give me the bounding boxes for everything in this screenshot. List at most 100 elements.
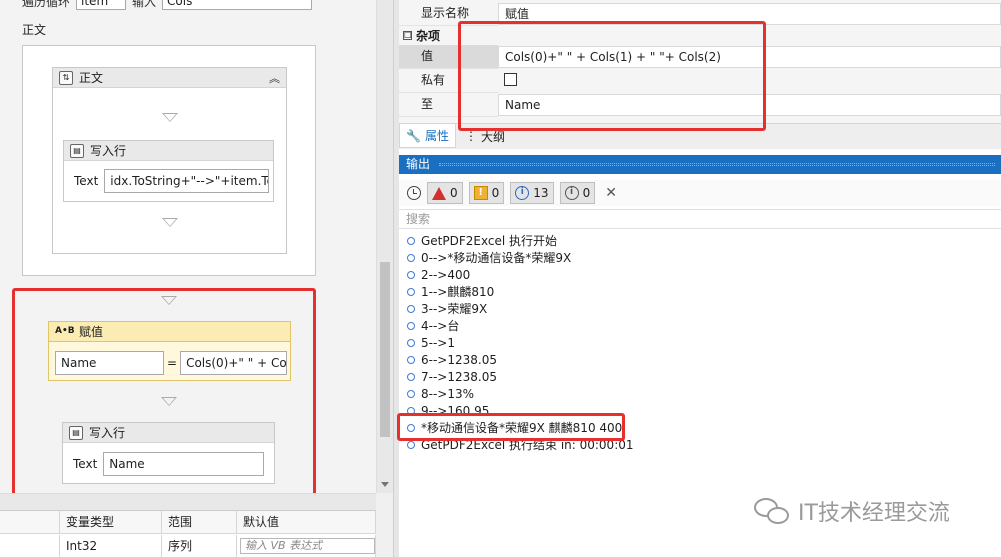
errors-count: 0 — [450, 186, 458, 200]
log-line[interactable]: 4-->台 — [399, 317, 1001, 334]
text-input[interactable]: idx.ToString+"-->"+item.To — [104, 169, 270, 193]
info-dot-icon — [407, 321, 415, 330]
writeline-icon: ▤ — [70, 143, 84, 158]
info-dot-icon — [407, 389, 415, 398]
highlight-frame — [397, 413, 625, 441]
debug-count: 0 — [582, 186, 591, 200]
body-label: 正文 — [22, 23, 47, 37]
variables-grid: 变量类型 范围 默认值 Int32 序列 输入 VB 表达式 — [0, 510, 376, 557]
category-label: 杂项 — [416, 28, 441, 43]
info-dot-icon — [407, 270, 415, 279]
foreach-item-input[interactable]: item — [76, 0, 127, 10]
drag-grip[interactable] — [439, 163, 995, 166]
log-line[interactable]: 8-->13% — [399, 385, 1001, 402]
output-toolbar: 0 ! 0 i 13 i 0 ✕ — [399, 180, 1001, 206]
log-text: 5-->1 — [421, 335, 455, 350]
properties-panel: 显示名称 赋值 □ 杂项 值 Cols(0)+" " + Cols(1) + "… — [399, 0, 1001, 131]
collapse-icon[interactable]: □ — [403, 30, 412, 40]
debug-icon: i — [564, 186, 579, 200]
log-line[interactable]: GetPDF2Excel 执行开始 — [399, 232, 1001, 249]
col-scope-header: 范围 — [162, 511, 237, 534]
errors-filter-button[interactable]: 0 — [427, 182, 463, 204]
info-dot-icon — [407, 355, 415, 364]
flow-arrow-icon — [162, 218, 178, 227]
log-line[interactable]: 7-->1238.05 — [399, 368, 1001, 385]
variable-type-cell[interactable]: Int32 — [60, 535, 162, 557]
log-text: 3-->荣耀9X — [421, 302, 488, 316]
log-text: 0-->*移动通信设备*荣耀9X — [421, 251, 572, 265]
output-title: 输出 — [406, 157, 431, 171]
output-search-input[interactable]: 搜索 — [399, 209, 1001, 229]
timestamp-toggle-icon[interactable] — [407, 186, 421, 200]
info-dot-icon — [407, 236, 415, 245]
debug-filter-button[interactable]: i 0 — [559, 182, 596, 204]
info-dot-icon — [407, 440, 415, 449]
scroll-thumb[interactable] — [380, 262, 390, 437]
wrench-icon: 🔧 — [406, 128, 421, 143]
highlight-frame — [12, 288, 316, 493]
watermark: IT技术经理交流 — [754, 495, 950, 527]
variables-header-row: 变量类型 范围 默认值 — [0, 511, 376, 534]
foreach-header: 遍历循环 item 输入 Cols — [22, 0, 313, 10]
flow-arrow-icon — [162, 113, 178, 122]
sequence-header[interactable]: ⇅ 正文 ︽ — [53, 68, 286, 88]
log-text: GetPDF2Excel 执行开始 — [421, 234, 558, 248]
error-icon — [432, 186, 446, 200]
log-text: 7-->1238.05 — [421, 369, 497, 384]
log-text: 8-->13% — [421, 386, 475, 401]
writeline-header[interactable]: ▤ 写入行 — [64, 141, 273, 161]
warning-icon: ! — [473, 186, 488, 200]
highlight-frame — [458, 21, 766, 131]
warnings-filter-button[interactable]: ! 0 — [468, 182, 505, 204]
warnings-count: 0 — [491, 186, 500, 200]
log-text: 6-->1238.05 — [421, 352, 497, 367]
foreach-values-input[interactable]: Cols — [162, 0, 313, 10]
log-line[interactable]: 5-->1 — [399, 334, 1001, 351]
text-label: Text — [74, 174, 99, 188]
col-default-header: 默认值 — [237, 511, 376, 534]
scroll-down-icon[interactable] — [381, 482, 389, 487]
variable-scope-cell[interactable]: 序列 — [162, 535, 237, 557]
log-line[interactable]: 2-->400 — [399, 266, 1001, 283]
writeline-activity[interactable]: ▤ 写入行 Text idx.ToString+"-->"+item.To — [63, 140, 274, 202]
designer-vertical-scrollbar[interactable] — [376, 0, 393, 493]
info-dot-icon — [407, 287, 415, 296]
log-text: 2-->400 — [421, 267, 471, 282]
wechat-icon — [754, 496, 792, 526]
info-dot-icon — [407, 338, 415, 347]
writeline-title: 写入行 — [90, 144, 127, 158]
variable-name-cell[interactable] — [0, 535, 60, 557]
log-line[interactable]: 1-->麒麟810 — [399, 283, 1001, 300]
variable-row[interactable]: Int32 序列 输入 VB 表达式 — [0, 535, 376, 557]
col-name-header — [0, 511, 60, 534]
info-dot-icon — [407, 253, 415, 262]
log-line[interactable]: 6-->1238.05 — [399, 351, 1001, 368]
info-icon: i — [515, 186, 530, 200]
sequence-activity[interactable]: ⇅ 正文 ︽ ▤ 写入行 Text idx.ToString+"-->"+ite… — [52, 67, 287, 254]
watermark-text: IT技术经理交流 — [798, 501, 950, 526]
log-line[interactable]: 0-->*移动通信设备*荣耀9X — [399, 249, 1001, 266]
clear-icon[interactable]: ✕ — [601, 185, 621, 201]
log-line[interactable]: 3-->荣耀9X — [399, 300, 1001, 317]
default-value-input[interactable]: 输入 VB 表达式 — [240, 538, 375, 554]
collapse-icon[interactable]: ︽ — [269, 70, 280, 86]
tab-properties[interactable]: 🔧 属性 — [399, 124, 456, 148]
workflow-designer: 遍历循环 item 输入 Cols 正文 ⇅ 正文 ︽ ▤ 写入行 Text i… — [0, 0, 393, 557]
info-count: 13 — [533, 186, 549, 200]
sequence-icon: ⇅ — [59, 70, 73, 85]
right-pane: 显示名称 赋值 □ 杂项 值 Cols(0)+" " + Cols(1) + "… — [397, 0, 1001, 557]
col-type-header: 变量类型 — [60, 511, 162, 534]
writeline-text-row: Text idx.ToString+"-->"+item.To — [74, 169, 270, 193]
info-filter-button[interactable]: i 13 — [510, 182, 554, 204]
variable-default-cell[interactable]: 输入 VB 表达式 — [237, 535, 376, 557]
output-panel-header: 输出 — [399, 155, 1001, 174]
log-text: 4-->台 — [421, 319, 460, 333]
sequence-title: 正文 — [79, 71, 104, 85]
designer-horizontal-scrollbar[interactable] — [0, 493, 376, 510]
outline-icon: ⋮ — [465, 129, 477, 143]
foreach-in-label: 输入 — [132, 0, 157, 9]
log-text: 1-->麒麟810 — [421, 285, 495, 299]
foreach-label: 遍历循环 — [22, 0, 71, 9]
body-container: ⇅ 正文 ︽ ▤ 写入行 Text idx.ToString+"-->"+ite… — [22, 45, 316, 276]
info-dot-icon — [407, 304, 415, 313]
